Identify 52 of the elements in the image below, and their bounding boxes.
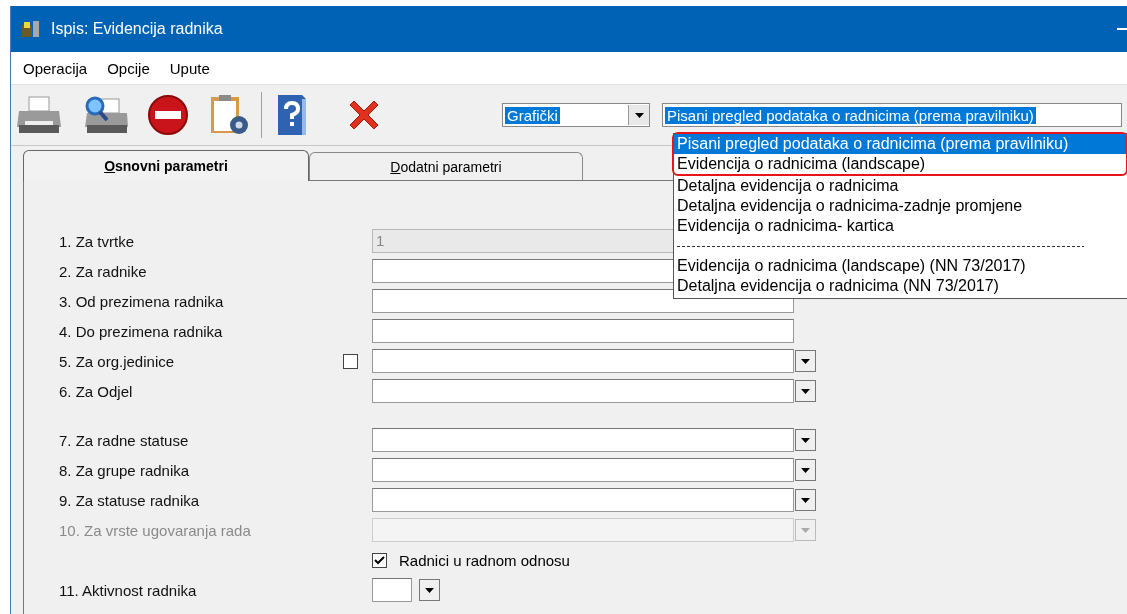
dropdown-button[interactable] (795, 459, 816, 481)
printer-icon[interactable] (15, 95, 63, 135)
dropdown-option[interactable]: Evidencija o radnicima (landscape) (674, 154, 1126, 174)
field-label: 8. Za grupe radnika (59, 461, 191, 479)
dropdown-button[interactable] (419, 579, 440, 601)
checkbox[interactable] (372, 552, 387, 568)
dropdown-field[interactable] (372, 379, 794, 403)
app-icon (21, 19, 41, 39)
report-dropdown[interactable]: Pisani pregled podataka o radnicima (prema pravilniku) (662, 103, 1122, 127)
dropdown-button[interactable] (795, 380, 816, 402)
field-label: 7. Za radne statuse (59, 431, 190, 449)
field-label: 6. Za Odjel (59, 382, 134, 400)
caret-icon (801, 497, 810, 503)
dropdown-option[interactable]: Detaljna evidencija o radnicima (NN 73/2017) (674, 276, 1127, 296)
caret-icon (425, 587, 434, 593)
tab[interactable]: Osnovni parametri (23, 150, 309, 181)
caret-icon (801, 527, 810, 533)
field-label: 11. Aktivnost radnika (59, 581, 198, 599)
checkbox[interactable] (343, 353, 358, 369)
stop-icon[interactable] (147, 94, 189, 136)
checkbox-label: Radnici u radnom odnosu (399, 551, 570, 569)
menu-item[interactable]: Opcije (107, 59, 150, 77)
caret-icon (634, 112, 644, 118)
dropdown-option[interactable]: Pisani pregled podataka o radnicima (prema pravilniku) (674, 134, 1126, 154)
dropdown-field[interactable] (372, 488, 794, 512)
dropdown-option[interactable]: Detaljna evidencija o radnicima-zadnje promjene (674, 196, 1127, 216)
field-label: 4. Do prezimena radnika (59, 322, 224, 340)
dropdown-option[interactable]: Detaljna evidencija o radnicima (674, 176, 1127, 196)
field-label: 10. Za vrste ugovaranja rada (59, 521, 252, 539)
field-label: 2. Za radnike (59, 262, 148, 280)
field-label: 9. Za statuse radnika (59, 491, 201, 509)
menu-item[interactable]: Operacija (23, 59, 88, 77)
dropdown-field[interactable] (372, 578, 412, 602)
dropdown-button[interactable] (795, 489, 816, 511)
dropdown-field[interactable] (372, 428, 794, 452)
caret-icon (801, 358, 810, 364)
caret-icon (801, 388, 810, 394)
window-title: Ispis: Evidencija radnika (51, 20, 223, 38)
dropdown-option[interactable]: Evidencija o radnicima (landscape) (NN 73/2017) (674, 256, 1127, 276)
dropdown-field[interactable] (372, 349, 794, 373)
caret-icon (801, 437, 810, 443)
caret-icon (801, 467, 810, 473)
dropdown-field[interactable] (372, 458, 794, 482)
field-label: 1. Za tvrtke (59, 232, 136, 250)
input-field[interactable] (372, 319, 794, 343)
menu-item[interactable]: Upute (169, 59, 210, 77)
tab[interactable]: Dodatni parametri (309, 152, 583, 180)
dropdown-button[interactable] (795, 429, 816, 451)
field-label: 3. Od prezimena radnika (59, 292, 225, 310)
dropdown-button[interactable] (795, 350, 816, 372)
output-type-dropdown[interactable]: Grafički (502, 103, 650, 127)
field-label: 5. Za org.jedinice (59, 352, 176, 370)
